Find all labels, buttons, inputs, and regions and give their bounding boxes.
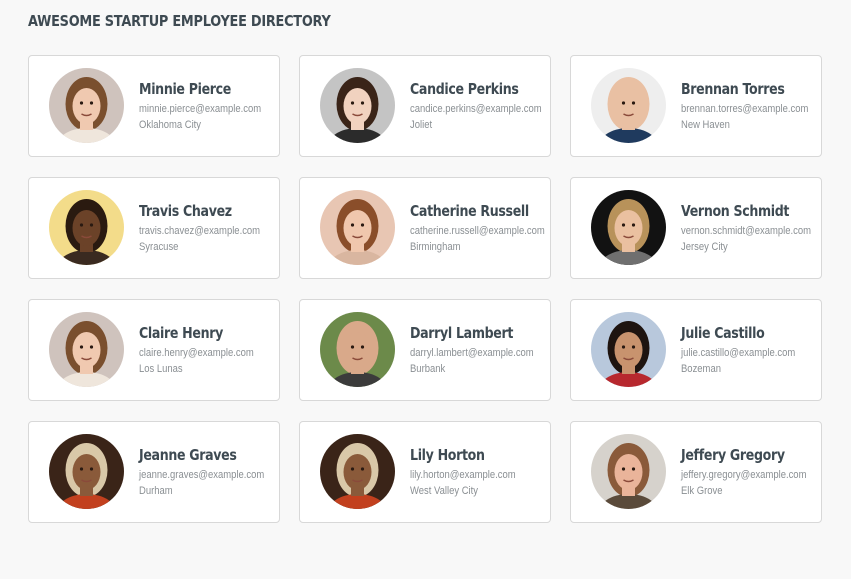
employee-email: claire.henry@example.com <box>139 347 254 359</box>
employee-card[interactable]: Candice Perkins candice.perkins@example.c… <box>299 55 551 157</box>
employee-info: Minnie Pierce minnie.pierce@example.com Ok… <box>139 79 279 133</box>
employee-name: Brennan Torres <box>681 80 785 98</box>
employee-city: Bozeman <box>681 363 721 375</box>
employee-name: Travis Chavez <box>139 202 232 220</box>
employee-email: lily.horton@example.com <box>410 469 516 481</box>
employee-email: minnie.pierce@example.com <box>139 103 262 115</box>
employee-name: Candice Perkins <box>410 80 519 98</box>
avatar <box>591 68 666 143</box>
employee-info: Catherine Russell catherine.russell@examp… <box>410 201 550 255</box>
employee-email: darryl.lambert@example.com <box>410 347 534 359</box>
employee-info: Brennan Torres brennan.torres@example.com… <box>681 79 821 133</box>
avatar <box>49 312 124 387</box>
employee-name: Catherine Russell <box>410 202 529 220</box>
avatar <box>591 312 666 387</box>
employee-city: Jersey City <box>681 241 728 253</box>
employee-card[interactable]: Travis Chavez travis.chavez@example.com Sy… <box>28 177 280 279</box>
employee-card[interactable]: Darryl Lambert darryl.lambert@example.com… <box>299 299 551 401</box>
employee-city: Los Lunas <box>139 363 183 375</box>
employee-info: Travis Chavez travis.chavez@example.com Sy… <box>139 201 279 255</box>
employee-info: Claire Henry claire.henry@example.com Los … <box>139 323 272 377</box>
employee-email: travis.chavez@example.com <box>139 225 261 237</box>
employee-name: Vernon Schmidt <box>681 202 790 220</box>
employee-city: Joliet <box>410 119 433 131</box>
employee-city: Elk Grove <box>681 485 723 497</box>
employee-email: vernon.schmidt@example.com <box>681 225 812 237</box>
employee-card[interactable]: Lily Horton lily.horton@example.com West V… <box>299 421 551 523</box>
page-title: AWESOME STARTUP EMPLOYEE DIRECTORY <box>28 12 331 30</box>
employee-city: Burbank <box>410 363 446 375</box>
employee-info: Vernon Schmidt vernon.schmidt@example.com… <box>681 201 821 255</box>
employee-card[interactable]: Catherine Russell catherine.russell@examp… <box>299 177 551 279</box>
employee-email: catherine.russell@example.com <box>410 225 545 237</box>
employee-card[interactable]: Vernon Schmidt vernon.schmidt@example.com… <box>570 177 822 279</box>
employee-name: Jeanne Graves <box>139 446 237 464</box>
employee-email: jeffery.gregory@example.com <box>681 469 807 481</box>
employee-card[interactable]: Jeanne Graves jeanne.graves@example.com Du… <box>28 421 280 523</box>
employee-info: Jeffery Gregory jeffery.gregory@example.c… <box>681 445 821 499</box>
employee-grid: Minnie Pierce minnie.pierce@example.com Ok… <box>28 55 822 523</box>
employee-info: Jeanne Graves jeanne.graves@example.com Du… <box>139 445 279 499</box>
employee-card[interactable]: Julie Castillo julie.castillo@example.com… <box>570 299 822 401</box>
employee-city: Syracuse <box>139 241 179 253</box>
employee-info: Lily Horton lily.horton@example.com West V… <box>410 445 533 499</box>
avatar <box>320 68 395 143</box>
employee-card[interactable]: Brennan Torres brennan.torres@example.com… <box>570 55 822 157</box>
employee-city: New Haven <box>681 119 730 131</box>
employee-card[interactable]: Claire Henry claire.henry@example.com Los … <box>28 299 280 401</box>
employee-city: Birmingham <box>410 241 461 253</box>
employee-info: Julie Castillo julie.castillo@example.com… <box>681 323 814 377</box>
employee-email: brennan.torres@example.com <box>681 103 809 115</box>
employee-card[interactable]: Minnie Pierce minnie.pierce@example.com Ok… <box>28 55 280 157</box>
employee-name: Darryl Lambert <box>410 324 514 342</box>
employee-city: Oklahoma City <box>139 119 202 131</box>
employee-email: jeanne.graves@example.com <box>139 469 265 481</box>
avatar <box>591 190 666 265</box>
employee-card[interactable]: Jeffery Gregory jeffery.gregory@example.c… <box>570 421 822 523</box>
avatar <box>591 434 666 509</box>
avatar <box>320 190 395 265</box>
employee-city: Durham <box>139 485 173 497</box>
employee-info: Darryl Lambert darryl.lambert@example.com… <box>410 323 550 377</box>
employee-name: Minnie Pierce <box>139 80 232 98</box>
employee-info: Candice Perkins candice.perkins@example.c… <box>410 79 550 133</box>
employee-name: Lily Horton <box>410 446 485 464</box>
employee-city: West Valley City <box>410 485 478 497</box>
employee-name: Claire Henry <box>139 324 223 342</box>
avatar <box>320 312 395 387</box>
avatar <box>49 190 124 265</box>
employee-email: candice.perkins@example.com <box>410 103 542 115</box>
avatar <box>320 434 395 509</box>
employee-name: Julie Castillo <box>681 324 765 342</box>
employee-email: julie.castillo@example.com <box>681 347 796 359</box>
avatar <box>49 434 124 509</box>
employee-name: Jeffery Gregory <box>681 446 785 464</box>
avatar <box>49 68 124 143</box>
